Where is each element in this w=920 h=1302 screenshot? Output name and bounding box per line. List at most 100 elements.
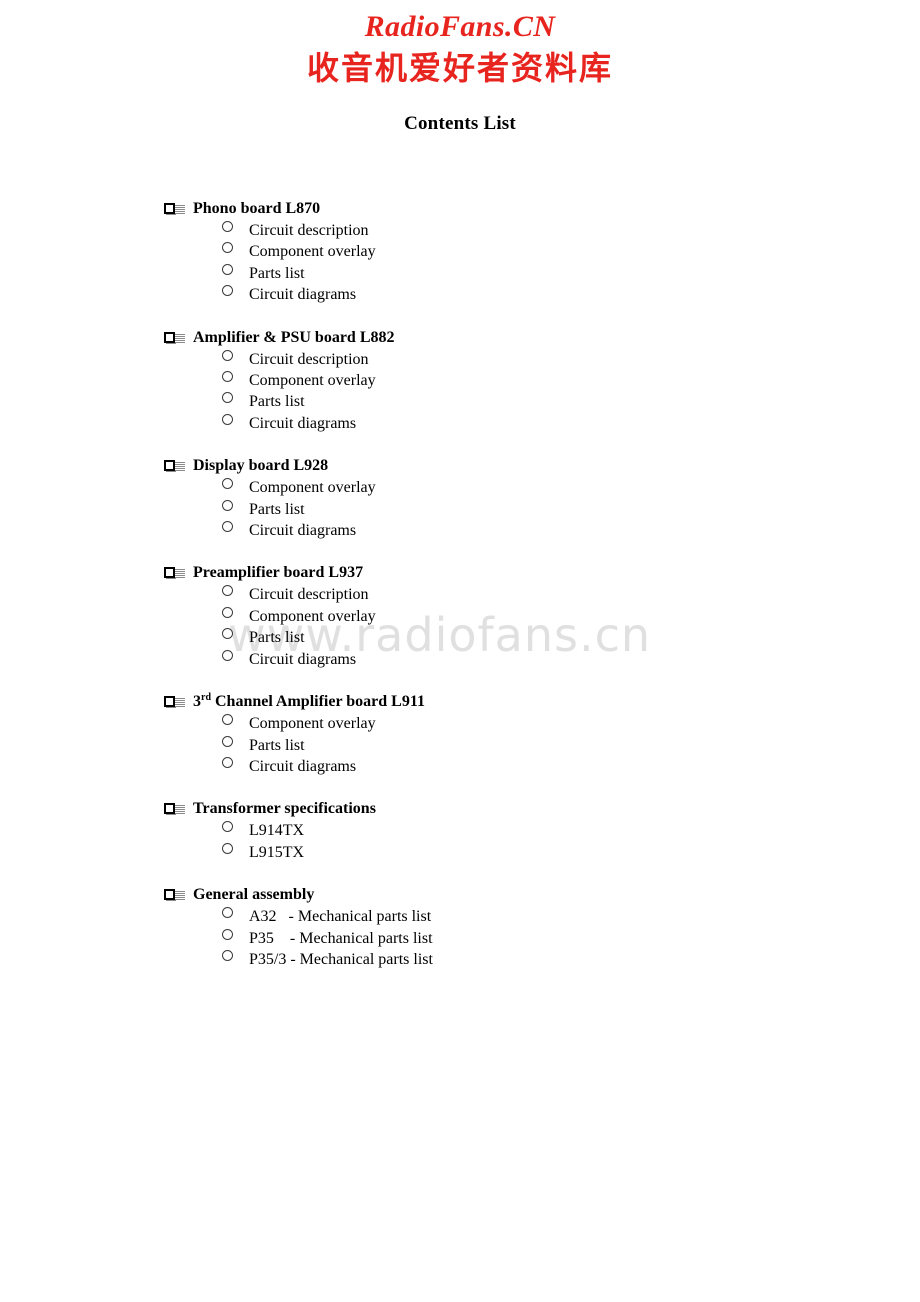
contents-sub-item[interactable]: Parts list — [0, 735, 920, 756]
contents-sub-item[interactable]: Component overlay — [0, 477, 920, 498]
contents-sub-item[interactable]: Component overlay — [0, 713, 920, 734]
contents-sub-item-label: Circuit description — [249, 350, 369, 368]
contents-group-heading[interactable]: 3rd Channel Amplifier board L911 — [0, 691, 920, 713]
contents-sub-item[interactable]: Circuit diagrams — [0, 520, 920, 541]
contents-sub-item-label: Circuit diagrams — [249, 286, 357, 304]
contents-sub-item[interactable]: Circuit description — [0, 349, 920, 370]
contents-group: 3rd Channel Amplifier board L911 Componen… — [0, 691, 920, 777]
contents-sub-item-label: Circuit diagrams — [249, 414, 357, 432]
square-bullet-icon — [164, 696, 176, 709]
contents-sub-item-label: Parts list — [249, 500, 305, 518]
contents-sub-item[interactable]: Circuit description — [0, 220, 920, 241]
contents-sub-item[interactable]: Circuit diagrams — [0, 284, 920, 305]
contents-group-heading[interactable]: Transformer specifications — [0, 798, 920, 820]
contents-sub-item[interactable]: P35/3 - Mechanical parts list — [0, 949, 920, 970]
circle-bullet-icon — [222, 413, 233, 425]
circle-bullet-icon — [222, 263, 233, 275]
contents-sub-item[interactable]: L914TX — [0, 820, 920, 841]
contents-sub-item-label: Circuit diagrams — [249, 522, 357, 540]
contents-sub-item-label: A32 - Mechanical parts list — [249, 908, 432, 926]
contents-sub-item-label: P35 - Mechanical parts list — [249, 929, 433, 947]
contents-sub-item-label: P35/3 - Mechanical parts list — [249, 950, 433, 968]
contents-group-heading[interactable]: Phono board L870 — [0, 198, 920, 220]
circle-bullet-icon — [222, 628, 233, 640]
square-bullet-icon — [164, 567, 176, 580]
contents-sub-item-label: Parts list — [249, 629, 305, 647]
contents-sub-item[interactable]: Component overlay — [0, 606, 920, 627]
contents-sub-item[interactable]: Parts list — [0, 391, 920, 412]
circle-bullet-icon — [222, 285, 233, 297]
circle-bullet-icon — [222, 842, 233, 854]
contents-sub-item[interactable]: Parts list — [0, 627, 920, 648]
ordinal-superscript: rd — [201, 692, 211, 704]
circle-bullet-icon — [222, 499, 233, 511]
circle-bullet-icon — [222, 735, 233, 747]
contents-sub-item-label: Component overlay — [249, 479, 376, 497]
site-watermark-chinese: 收音机爱好者资料库 — [306, 49, 613, 87]
contents-group-label: Phono board L870 — [193, 200, 321, 217]
contents-sub-item[interactable]: Circuit description — [0, 584, 920, 605]
contents-list: Phono board L870 Circuit description Compo… — [0, 198, 920, 970]
contents-group-label: Display board L928 — [193, 457, 329, 475]
circle-bullet-icon — [222, 349, 233, 361]
contents-group-heading[interactable]: Preamplifier board L937 — [0, 562, 920, 584]
circle-bullet-icon — [222, 649, 233, 661]
circle-bullet-icon — [222, 392, 233, 404]
contents-sub-item-label: Component overlay — [249, 243, 376, 261]
contents-group: Transformer specifications L914TX L915TX — [0, 798, 920, 863]
contents-sub-item-label: Parts list — [249, 393, 305, 411]
contents-group-heading[interactable]: General assembly — [0, 884, 920, 906]
site-watermark-header: RadioFans.CN 收音机爱好者资料库 — [0, 0, 920, 88]
contents-group: Preamplifier board L937 Circuit descripti… — [0, 562, 920, 670]
contents-sub-item-label: L914TX — [249, 822, 305, 840]
contents-sub-item-label: Circuit diagrams — [249, 757, 357, 775]
contents-group-heading[interactable]: Amplifier & PSU board L882 — [0, 327, 920, 349]
square-bullet-icon — [164, 803, 176, 816]
contents-sub-item[interactable]: A32 - Mechanical parts list — [0, 906, 920, 927]
circle-bullet-icon — [222, 585, 233, 597]
circle-bullet-icon — [222, 949, 233, 961]
contents-sub-item-label: Component overlay — [249, 715, 376, 733]
contents-sub-item[interactable]: Component overlay — [0, 370, 920, 391]
circle-bullet-icon — [222, 907, 233, 919]
contents-group-label: Amplifier & PSU board L882 — [193, 328, 395, 346]
circle-bullet-icon — [222, 714, 233, 726]
contents-sub-item[interactable]: Circuit diagrams — [0, 649, 920, 670]
contents-group-label: 3rd Channel Amplifier board L911 — [193, 692, 425, 711]
contents-sub-item-label: Circuit diagrams — [249, 650, 357, 668]
contents-sub-item-label: L915TX — [249, 843, 305, 861]
contents-sub-item-label: Component overlay — [249, 372, 376, 390]
contents-group: Display board L928 Component overlay Parts… — [0, 455, 920, 541]
contents-sub-item[interactable]: Circuit diagrams — [0, 413, 920, 434]
contents-sub-item-label: Parts list — [249, 264, 305, 282]
square-bullet-icon — [164, 331, 176, 344]
contents-sub-item-label: Circuit description — [249, 222, 369, 239]
contents-sub-item-label: Circuit description — [249, 586, 369, 604]
contents-group-heading[interactable]: Display board L928 — [0, 455, 920, 477]
contents-group-label: Preamplifier board L937 — [193, 564, 364, 582]
square-bullet-icon — [164, 203, 176, 215]
contents-sub-item[interactable]: P35 - Mechanical parts list — [0, 928, 920, 949]
circle-bullet-icon — [222, 221, 233, 232]
contents-group-label: Transformer specifications — [193, 800, 376, 818]
contents-group: Amplifier & PSU board L882 Circuit descri… — [0, 327, 920, 435]
contents-group: Phono board L870 Circuit description Compo… — [0, 198, 920, 306]
contents-sub-item[interactable]: Component overlay — [0, 241, 920, 262]
circle-bullet-icon — [222, 606, 233, 618]
contents-sub-item[interactable]: Circuit diagrams — [0, 756, 920, 777]
contents-group: General assembly A32 - Mechanical parts l… — [0, 884, 920, 970]
contents-sub-item[interactable]: Parts list — [0, 499, 920, 520]
circle-bullet-icon — [222, 928, 233, 940]
square-bullet-icon — [164, 889, 176, 902]
contents-sub-item-label: Parts list — [249, 736, 305, 754]
square-bullet-icon — [164, 460, 176, 473]
circle-bullet-icon — [222, 371, 233, 383]
circle-bullet-icon — [222, 521, 233, 533]
circle-bullet-icon — [222, 478, 233, 490]
circle-bullet-icon — [222, 242, 233, 254]
circle-bullet-icon — [222, 756, 233, 768]
contents-sub-item[interactable]: L915TX — [0, 842, 920, 863]
circle-bullet-icon — [222, 821, 233, 833]
page-title: Contents List — [404, 113, 516, 134]
contents-sub-item[interactable]: Parts list — [0, 263, 920, 284]
